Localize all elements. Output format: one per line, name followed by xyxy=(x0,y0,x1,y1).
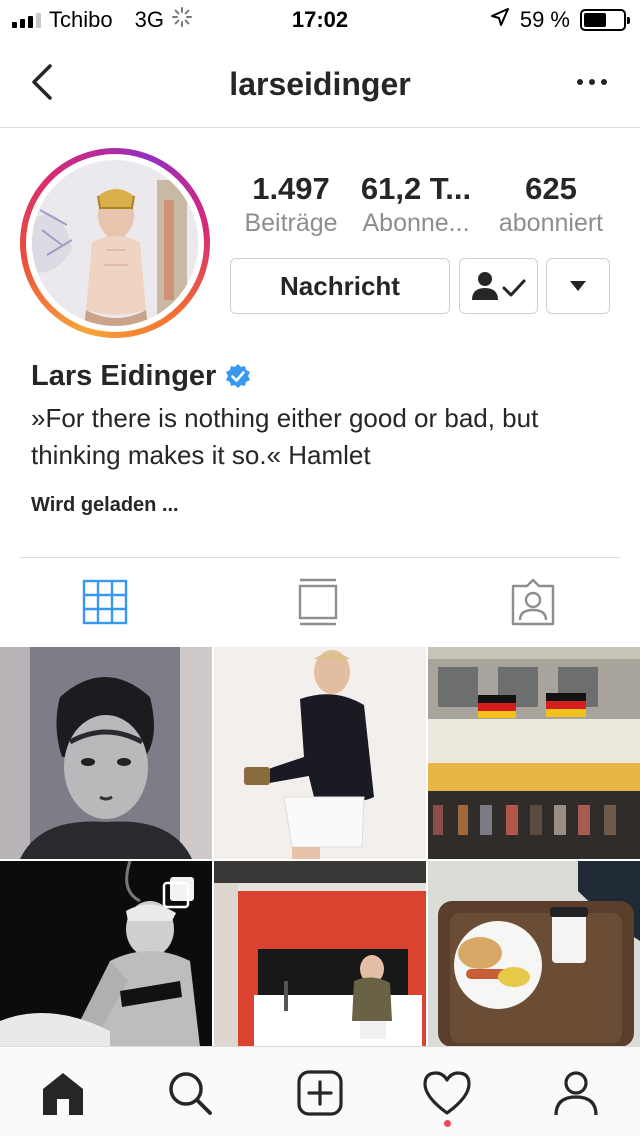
battery-fill xyxy=(584,13,607,27)
post-thumbnail[interactable] xyxy=(0,647,212,859)
profile-header-bar: larseidinger xyxy=(0,40,640,128)
post-hotel-room xyxy=(214,861,426,1047)
nav-activity[interactable] xyxy=(417,1065,477,1121)
tagged-photos-icon xyxy=(511,578,555,626)
status-bar-right: 59 % xyxy=(490,7,630,33)
post-building-flags xyxy=(428,647,640,859)
post-thumbnail[interactable] xyxy=(428,861,640,1047)
battery-icon xyxy=(580,9,630,31)
stat-following[interactable]: 625 abonniert xyxy=(486,170,616,238)
message-button[interactable]: Nachricht xyxy=(230,258,450,314)
search-icon xyxy=(169,1072,212,1115)
tab-feed[interactable] xyxy=(290,574,346,630)
battery-percent: 59 % xyxy=(519,7,570,32)
nav-search[interactable] xyxy=(160,1065,220,1121)
tab-tagged[interactable] xyxy=(505,574,561,630)
tab-grid[interactable] xyxy=(77,574,133,630)
dropdown-triangle-icon xyxy=(570,281,586,291)
status-bar: Tchibo 3G 17:02 59 % xyxy=(0,0,640,40)
stat-followers-count: 61,2 T... xyxy=(360,171,472,206)
grid-icon xyxy=(82,579,128,625)
bottom-tab-bar xyxy=(0,1046,640,1136)
stat-followers[interactable]: 61,2 T... Abonne... xyxy=(346,170,486,238)
stat-posts-count: 1.497 xyxy=(252,171,330,206)
following-button[interactable] xyxy=(459,258,538,314)
verified-badge-icon xyxy=(226,363,251,388)
profile-username-title: larseidinger xyxy=(229,66,411,102)
instagram-profile-screen: Tchibo 3G 17:02 59 % larseidinger 1.497 … xyxy=(0,0,640,1136)
stat-following-label: abonniert xyxy=(498,209,604,237)
story-ring[interactable] xyxy=(20,148,210,338)
home-icon xyxy=(43,1073,83,1115)
profile-icon xyxy=(554,1071,598,1116)
post-portrait-painting xyxy=(0,647,212,859)
stat-followers-label: Abonne... xyxy=(362,209,470,237)
profile-stats: 1.497 Beiträge 61,2 T... Abonne... 625 a… xyxy=(236,170,616,238)
post-food-tray xyxy=(428,861,640,1047)
stat-posts[interactable]: 1.497 Beiträge xyxy=(236,170,346,238)
following-person-check-icon xyxy=(471,272,525,300)
profile-name-row: Lars Eidinger xyxy=(31,360,252,393)
activity-heart-icon xyxy=(423,1071,471,1115)
nav-profile[interactable] xyxy=(546,1065,606,1121)
profile-content-tabs xyxy=(0,558,640,646)
profile-bio: »For there is nothing either good or bad… xyxy=(31,403,539,470)
post-grid xyxy=(0,647,640,1047)
nav-home[interactable] xyxy=(33,1065,93,1121)
avatar-border xyxy=(26,154,204,332)
avatar-photo xyxy=(32,160,198,326)
activity-notification-dot xyxy=(444,1120,451,1127)
post-thumbnail[interactable] xyxy=(214,647,426,859)
new-post-icon xyxy=(297,1070,343,1116)
more-options-icon[interactable] xyxy=(568,64,616,100)
post-thumbnail[interactable] xyxy=(0,861,212,1047)
profile-avatar xyxy=(32,160,198,326)
loading-text: Wird geladen ... xyxy=(31,494,179,516)
post-thumbnail[interactable] xyxy=(428,647,640,859)
suggested-accounts-dropdown[interactable] xyxy=(546,258,610,314)
post-man-black-sweater xyxy=(214,647,426,859)
profile-display-name: Lars Eidinger xyxy=(31,360,217,392)
stat-posts-label: Beiträge xyxy=(244,209,338,237)
location-arrow-icon xyxy=(490,7,510,33)
post-thumbnail[interactable] xyxy=(214,861,426,1047)
nav-new-post[interactable] xyxy=(290,1065,350,1121)
multiple-photos-icon xyxy=(162,877,194,909)
stat-following-count: 625 xyxy=(525,171,577,206)
feed-view-icon xyxy=(298,578,338,626)
